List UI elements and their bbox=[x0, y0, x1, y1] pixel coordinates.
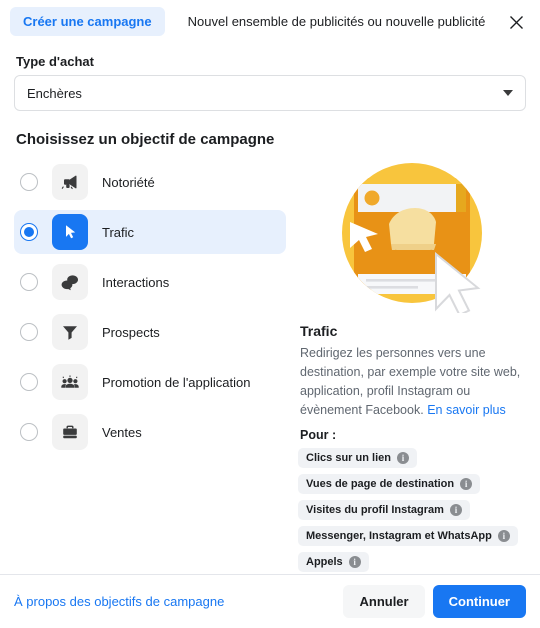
chip-label: Vues de page de destination bbox=[306, 478, 455, 490]
info-icon[interactable]: i bbox=[449, 504, 462, 516]
detail-description: Redirigez les personnes vers une destina… bbox=[300, 344, 526, 420]
radio-trafic[interactable] bbox=[20, 223, 38, 241]
info-icon[interactable]: i bbox=[396, 452, 409, 464]
purchase-type-label: Type d'achat bbox=[16, 54, 94, 69]
radio-interactions[interactable] bbox=[20, 273, 38, 291]
radio-notoriete[interactable] bbox=[20, 173, 38, 191]
chat-bubbles-icon bbox=[52, 264, 88, 300]
briefcase-icon bbox=[52, 414, 88, 450]
radio-prospects[interactable] bbox=[20, 323, 38, 341]
traffic-illustration bbox=[298, 158, 526, 313]
chip-clics-sur-un-lien: Clics sur un lien i bbox=[298, 448, 417, 468]
chip-label: Visites du profil Instagram bbox=[306, 504, 444, 516]
objective-row-prospects[interactable]: Prospects bbox=[14, 310, 286, 354]
chip-appels: Appels i bbox=[298, 552, 369, 572]
chip-vues-de-page-de-destination: Vues de page de destination i bbox=[298, 474, 481, 494]
objective-label: Trafic bbox=[102, 224, 135, 240]
objective-row-notoriete[interactable]: Notoriété bbox=[14, 160, 286, 204]
page-title: Choisissez un objectif de campagne bbox=[16, 131, 275, 148]
objective-content: Notoriété Trafic Interactions Prospects … bbox=[14, 156, 526, 572]
pour-label: Pour : bbox=[300, 428, 337, 442]
objective-row-trafic[interactable]: Trafic bbox=[14, 210, 286, 254]
close-icon[interactable] bbox=[504, 10, 528, 34]
megaphone-icon bbox=[52, 164, 88, 200]
detail-title: Trafic bbox=[300, 323, 338, 339]
objective-detail-panel: Trafic Redirigez les personnes vers une … bbox=[286, 156, 526, 572]
footer-buttons: Annuler Continuer bbox=[343, 585, 526, 618]
objective-row-interactions[interactable]: Interactions bbox=[14, 260, 286, 304]
funnel-icon bbox=[52, 314, 88, 350]
objective-label: Promotion de l'application bbox=[102, 374, 251, 390]
purchase-type-value: Enchères bbox=[27, 85, 82, 101]
chip-label: Clics sur un lien bbox=[306, 452, 391, 464]
info-icon[interactable]: i bbox=[497, 530, 510, 542]
modal-footer: À propos des objectifs de campagne Annul… bbox=[0, 574, 540, 628]
objective-row-promotion-application[interactable]: Promotion de l'application bbox=[14, 360, 286, 404]
cancel-button[interactable]: Annuler bbox=[343, 585, 425, 618]
cursor-icon bbox=[52, 214, 88, 250]
about-objectives-link[interactable]: À propos des objectifs de campagne bbox=[14, 594, 224, 609]
continue-button[interactable]: Continuer bbox=[432, 585, 526, 618]
objective-label: Notoriété bbox=[102, 174, 155, 190]
chip-label: Appels bbox=[306, 556, 343, 568]
radio-ventes[interactable] bbox=[20, 423, 38, 441]
campaign-objective-modal: Créer une campagne Nouvel ensemble de pu… bbox=[0, 0, 540, 628]
info-icon[interactable]: i bbox=[348, 556, 361, 568]
radio-promotion-application[interactable] bbox=[20, 373, 38, 391]
purchase-type-select[interactable]: Enchères bbox=[14, 75, 526, 111]
chip-label: Messenger, Instagram et WhatsApp bbox=[306, 530, 492, 542]
objective-row-ventes[interactable]: Ventes bbox=[14, 410, 286, 454]
modal-body: Type d'achat Enchères Choisissez un obje… bbox=[0, 42, 540, 574]
modal-header: Créer une campagne Nouvel ensemble de pu… bbox=[0, 0, 540, 42]
learn-more-link[interactable]: En savoir plus bbox=[427, 403, 506, 417]
objective-label: Interactions bbox=[102, 274, 170, 290]
people-group-icon bbox=[52, 364, 88, 400]
info-icon[interactable]: i bbox=[460, 478, 473, 490]
chip-visites-du-profil-instagram: Visites du profil Instagram i bbox=[298, 500, 470, 520]
chip-messenger-instagram-whatsapp: Messenger, Instagram et WhatsApp i bbox=[298, 526, 518, 546]
objective-list: Notoriété Trafic Interactions Prospects … bbox=[14, 156, 286, 572]
tab-create-campaign[interactable]: Créer une campagne bbox=[10, 6, 165, 36]
objective-label: Ventes bbox=[102, 424, 142, 440]
chevron-down-icon bbox=[503, 90, 513, 96]
objective-label: Prospects bbox=[102, 324, 160, 340]
tab-new-adset-or-ad[interactable]: Nouvel ensemble de publicités ou nouvell… bbox=[175, 7, 499, 36]
result-chips: Clics sur un lien i Vues de page de dest… bbox=[298, 448, 526, 572]
